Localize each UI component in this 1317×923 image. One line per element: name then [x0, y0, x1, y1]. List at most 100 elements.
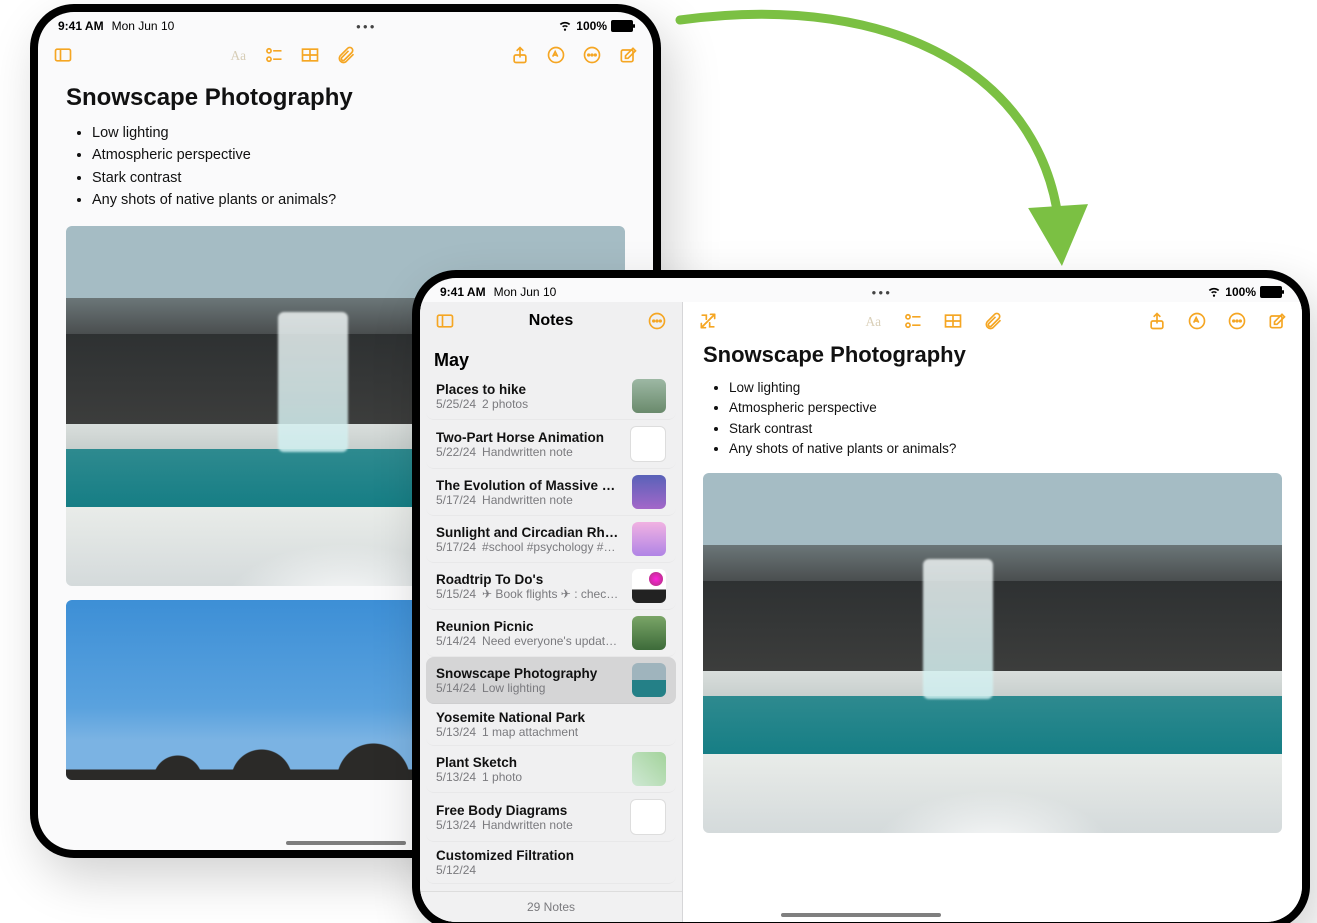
- battery-percent: 100%: [576, 19, 607, 33]
- checklist-icon[interactable]: [263, 44, 285, 66]
- multitask-dots-icon[interactable]: ●●●: [174, 22, 558, 31]
- bullet-item[interactable]: Stark contrast: [92, 167, 625, 189]
- status-time: 9:41 AM: [440, 285, 486, 299]
- sidebar-toggle-icon[interactable]: [52, 44, 74, 66]
- note-list[interactable]: Places to hike5/25/242 photosTwo-Part Ho…: [420, 373, 682, 891]
- bullet-item[interactable]: Low lighting: [729, 378, 1282, 398]
- split-view: Notes May Places to hike5/25/242 photosT…: [420, 302, 1302, 922]
- sidebar-toggle-icon[interactable]: [434, 310, 456, 332]
- note-item-subtitle: 5/12/24: [436, 863, 666, 877]
- compose-icon[interactable]: [1266, 310, 1288, 332]
- expand-icon[interactable]: [697, 310, 719, 332]
- attachment-icon[interactable]: [982, 310, 1004, 332]
- text-format-icon[interactable]: Aa: [227, 44, 249, 66]
- status-time: 9:41 AM: [58, 19, 104, 33]
- bullet-item[interactable]: Any shots of native plants or animals?: [92, 189, 625, 211]
- note-item-subtitle: 5/13/241 photo: [436, 770, 622, 784]
- battery-icon: [1260, 286, 1282, 298]
- status-date: Mon Jun 10: [112, 19, 175, 33]
- note-list-item[interactable]: Snowscape Photography5/14/24Low lighting: [426, 657, 676, 704]
- bullet-item[interactable]: Any shots of native plants or animals?: [729, 439, 1282, 459]
- note-item-thumbnail: [632, 379, 666, 413]
- note-item-title: Snowscape Photography: [436, 666, 622, 681]
- checklist-icon[interactable]: [902, 310, 924, 332]
- note-list-item[interactable]: Plant Sketch5/13/241 photo: [426, 746, 676, 793]
- sidebar-footer: 29 Notes: [420, 891, 682, 922]
- note-item-subtitle: 5/14/24Need everyone's updated…: [436, 634, 622, 648]
- note-item-title: Two-Part Horse Animation: [436, 430, 620, 445]
- note-item-thumbnail: [630, 426, 666, 462]
- toolbar-portrait: Aa: [38, 36, 653, 74]
- note-item-title: Free Body Diagrams: [436, 803, 620, 818]
- share-icon[interactable]: [509, 44, 531, 66]
- note-body[interactable]: Snowscape Photography Low lighting Atmos…: [683, 340, 1302, 857]
- note-title[interactable]: Snowscape Photography: [703, 342, 1282, 368]
- note-item-title: Customized Filtration: [436, 848, 666, 863]
- screen-landscape: 9:41 AM Mon Jun 10 ●●● 100% Notes: [420, 278, 1302, 922]
- ipad-landscape: 9:41 AM Mon Jun 10 ●●● 100% Notes: [412, 270, 1310, 923]
- battery-percent: 100%: [1225, 285, 1256, 299]
- home-indicator[interactable]: [781, 913, 941, 917]
- note-item-subtitle: 5/13/24Handwritten note: [436, 818, 620, 832]
- note-list-item[interactable]: Sunlight and Circadian Rhyth…5/17/24#sch…: [426, 516, 676, 563]
- note-list-item[interactable]: Free Body Diagrams5/13/24Handwritten not…: [426, 793, 676, 842]
- battery-icon: [611, 20, 633, 32]
- multitask-dots-icon[interactable]: ●●●: [556, 288, 1207, 297]
- note-item-subtitle: 5/17/24#school #psychology #bio…: [436, 540, 622, 554]
- note-item-subtitle: 5/15/24✈︎ Book flights ✈︎ : check…: [436, 587, 622, 601]
- table-icon[interactable]: [299, 44, 321, 66]
- wifi-icon: [558, 18, 572, 35]
- bullet-item[interactable]: Atmospheric perspective: [92, 144, 625, 166]
- note-list-item[interactable]: Customized Filtration5/12/24: [426, 842, 676, 884]
- note-list-item[interactable]: Reunion Picnic5/14/24Need everyone's upd…: [426, 610, 676, 657]
- svg-text:Aa: Aa: [230, 48, 246, 63]
- note-item-thumbnail: [632, 569, 666, 603]
- note-item-subtitle: 5/25/242 photos: [436, 397, 622, 411]
- markup-icon[interactable]: [1186, 310, 1208, 332]
- note-bullets[interactable]: Low lighting Atmospheric perspective Sta…: [703, 378, 1282, 459]
- attachment-icon[interactable]: [335, 44, 357, 66]
- note-item-subtitle: 5/17/24Handwritten note: [436, 493, 622, 507]
- status-bar: 9:41 AM Mon Jun 10 ●●● 100%: [38, 12, 653, 36]
- more-icon[interactable]: [646, 310, 668, 332]
- status-bar: 9:41 AM Mon Jun 10 ●●● 100%: [420, 278, 1302, 302]
- svg-text:Aa: Aa: [865, 314, 881, 329]
- note-item-subtitle: 5/13/241 map attachment: [436, 725, 666, 739]
- note-list-item[interactable]: Yosemite National Park5/13/241 map attac…: [426, 704, 676, 746]
- note-title[interactable]: Snowscape Photography: [66, 84, 625, 112]
- compose-icon[interactable]: [617, 44, 639, 66]
- note-item-title: Plant Sketch: [436, 755, 622, 770]
- rotation-arrow: [600, 0, 1120, 300]
- notes-sidebar: Notes May Places to hike5/25/242 photosT…: [420, 302, 683, 922]
- toolbar-landscape: Aa: [683, 302, 1302, 340]
- home-indicator[interactable]: [286, 841, 406, 845]
- note-bullets[interactable]: Low lighting Atmospheric perspective Sta…: [66, 122, 625, 212]
- note-item-title: Places to hike: [436, 382, 622, 397]
- status-right: 100%: [1207, 284, 1282, 301]
- note-list-item[interactable]: The Evolution of Massive Star…5/17/24Han…: [426, 469, 676, 516]
- section-header: May: [420, 340, 682, 373]
- note-item-title: Yosemite National Park: [436, 710, 666, 725]
- table-icon[interactable]: [942, 310, 964, 332]
- note-image-waterfall[interactable]: [703, 473, 1282, 833]
- note-item-subtitle: 5/14/24Low lighting: [436, 681, 622, 695]
- note-item-title: Sunlight and Circadian Rhyth…: [436, 525, 622, 540]
- more-icon[interactable]: [1226, 310, 1248, 332]
- status-right: 100%: [558, 18, 633, 35]
- status-date: Mon Jun 10: [494, 285, 557, 299]
- note-list-item[interactable]: Roadtrip To Do's5/15/24✈︎ Book flights ✈…: [426, 563, 676, 610]
- note-item-thumbnail: [632, 522, 666, 556]
- markup-icon[interactable]: [545, 44, 567, 66]
- share-icon[interactable]: [1146, 310, 1168, 332]
- note-main: Aa: [683, 302, 1302, 922]
- bullet-item[interactable]: Atmospheric perspective: [729, 398, 1282, 418]
- note-item-thumbnail: [630, 799, 666, 835]
- note-item-subtitle: 5/22/24Handwritten note: [436, 445, 620, 459]
- note-item-title: Roadtrip To Do's: [436, 572, 622, 587]
- bullet-item[interactable]: Low lighting: [92, 122, 625, 144]
- text-format-icon[interactable]: Aa: [862, 310, 884, 332]
- more-icon[interactable]: [581, 44, 603, 66]
- note-list-item[interactable]: Places to hike5/25/242 photos: [426, 373, 676, 420]
- note-list-item[interactable]: Two-Part Horse Animation5/22/24Handwritt…: [426, 420, 676, 469]
- bullet-item[interactable]: Stark contrast: [729, 419, 1282, 439]
